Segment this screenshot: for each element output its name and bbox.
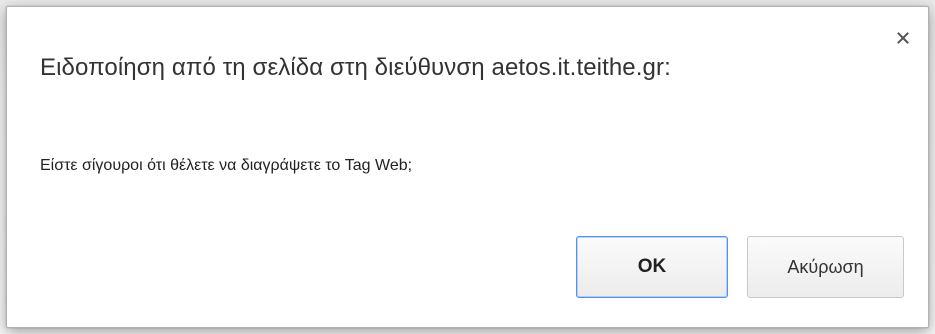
cancel-button-label: Ακύρωση (787, 256, 864, 277)
ok-button-label: OK (637, 256, 667, 277)
close-icon[interactable] (890, 25, 916, 51)
page-backdrop: Ειδοποίηση από τη σελίδα στη διεύθυνση a… (0, 0, 935, 334)
cancel-button[interactable]: Ακύρωση (747, 236, 904, 298)
ok-button[interactable]: OK (576, 236, 728, 298)
dialog-message: Είστε σίγουροι ότι θέλετε να διαγράψετε … (40, 157, 413, 174)
dialog-title: Ειδοποίηση από τη σελίδα στη διεύθυνση a… (40, 54, 671, 81)
alert-dialog: Ειδοποίηση από τη σελίδα στη διεύθυνση a… (6, 6, 929, 328)
